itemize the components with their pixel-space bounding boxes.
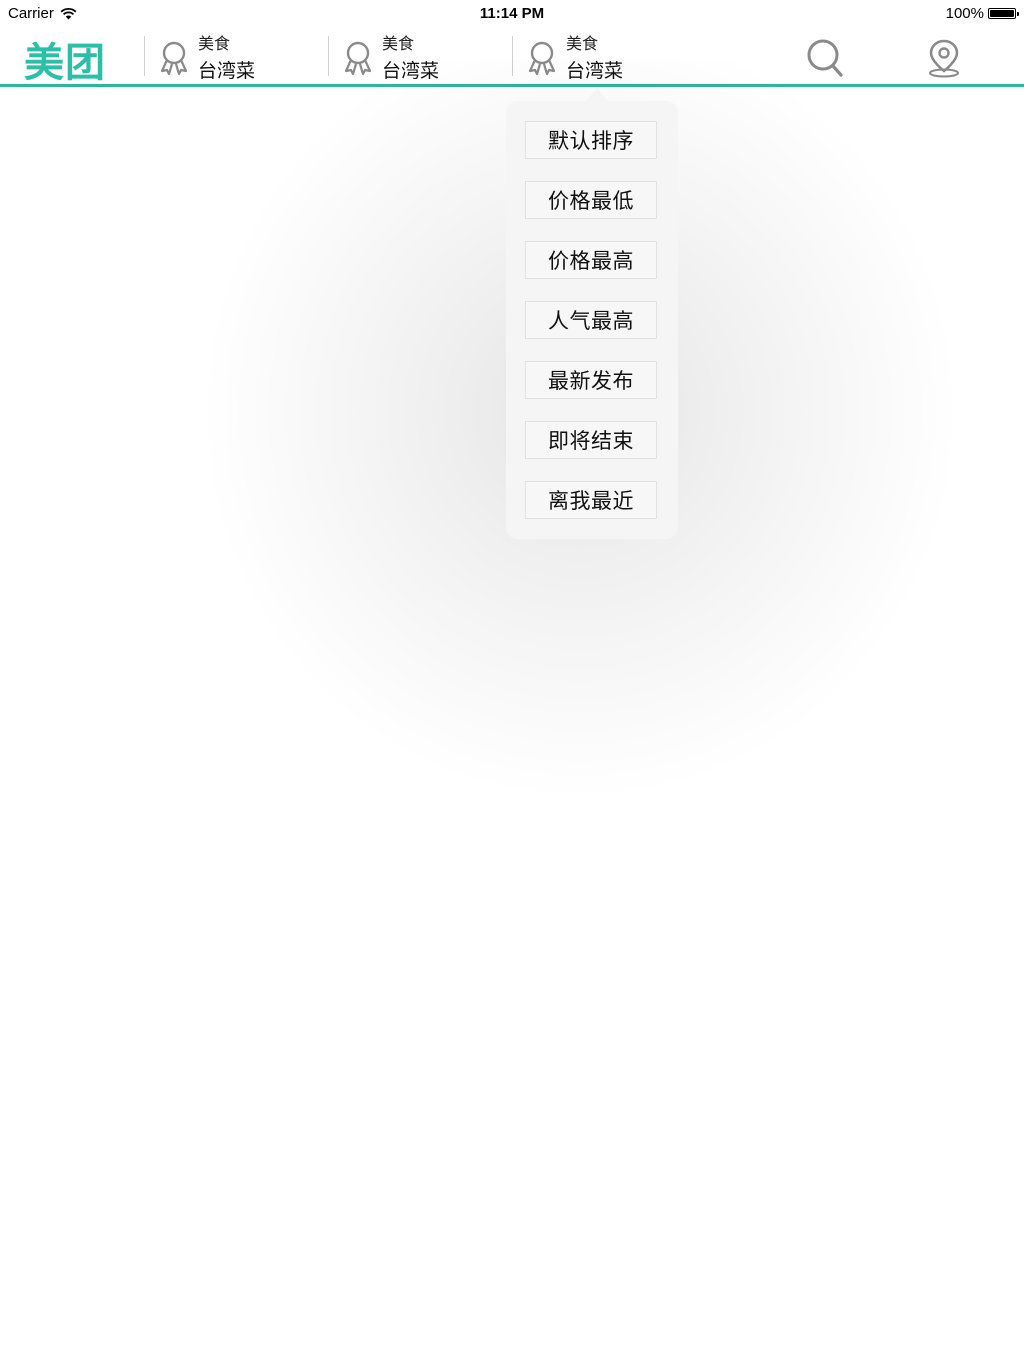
category-subtype-label: 台湾菜 (198, 60, 256, 82)
map-pin-icon[interactable] (925, 38, 963, 78)
sort-option-price-low[interactable]: 价格最低 (525, 181, 657, 219)
award-icon (528, 41, 556, 76)
status-bar: Carrier 11:14 PM 100% (0, 0, 1024, 28)
divider (328, 36, 329, 76)
category-subtype-label: 台湾菜 (382, 60, 440, 82)
status-time: 11:14 PM (479, 5, 545, 22)
category-selector-1[interactable]: 美食 台湾菜 (144, 34, 328, 82)
category-type-label: 美食 (566, 34, 599, 53)
battery-status: 100% (945, 5, 1019, 22)
category-subtype-label: 台湾菜 (566, 60, 624, 82)
sort-popover: 默认排序 价格最低 价格最高 人气最高 最新发布 即将结束 离我最近 (506, 101, 678, 539)
battery-percent: 100% (945, 5, 984, 22)
divider (144, 36, 145, 76)
category-selector-3[interactable]: 美食 台湾菜 (512, 34, 696, 82)
sort-option-popular[interactable]: 人气最高 (525, 301, 657, 339)
popover-arrow (585, 88, 609, 102)
nav-bar: 美团 美食 台湾菜 美食 台湾菜 美食 台湾菜 (0, 28, 1024, 87)
battery-icon (988, 8, 1019, 19)
award-icon (160, 41, 188, 76)
category-type-label: 美食 (198, 34, 231, 53)
app-screen: Carrier 11:14 PM 100% 美团 美食 台湾菜 美食 台湾菜 美… (0, 0, 1024, 1366)
sort-option-default[interactable]: 默认排序 (525, 121, 657, 159)
sort-option-ending-soon[interactable]: 即将结束 (525, 421, 657, 459)
sort-option-newest[interactable]: 最新发布 (525, 361, 657, 399)
sort-option-price-high[interactable]: 价格最高 (525, 241, 657, 279)
category-selector-2[interactable]: 美食 台湾菜 (328, 34, 512, 82)
divider (512, 36, 513, 76)
category-type-label: 美食 (382, 34, 415, 53)
search-icon[interactable] (806, 38, 844, 78)
sort-option-nearest[interactable]: 离我最近 (525, 481, 657, 519)
meituan-logo[interactable]: 美团 (24, 30, 106, 88)
award-icon (344, 41, 372, 76)
